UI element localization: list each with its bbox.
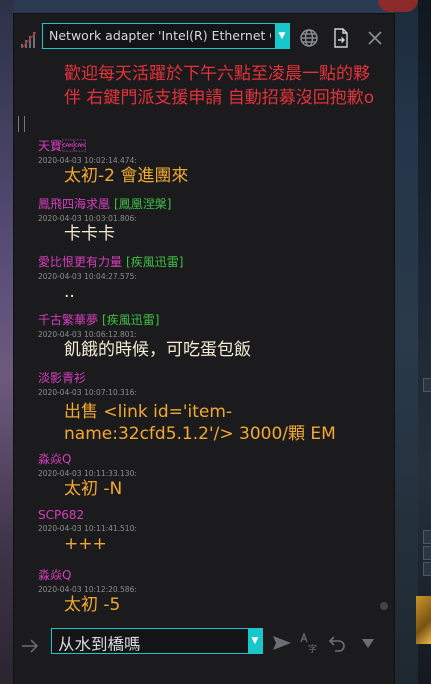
message-text: 飢餓的時候，可吃蛋包飯	[64, 340, 251, 360]
background-game-ornament	[378, 0, 418, 12]
message-timestamp: 2020-04-03 10:03:01.806:	[38, 214, 137, 223]
input-bar: 从水到橋嗎 ▼ 字	[14, 624, 394, 680]
message-text: 太初 -N	[64, 479, 123, 499]
chat-message: 天寶 2020-04-03 10:02:14.474: 太初-2 會進團來	[38, 137, 378, 187]
background-game-left	[0, 0, 14, 684]
chat-message: 淡影青衫 2020-04-03 10:07:10.316: 出售 <link i…	[38, 369, 378, 445]
message-author[interactable]: 愛比恨更有力量 [疾風迅雷]	[38, 253, 378, 270]
title-bar: Network adapter 'Intel(R) Ethernet Co ▼	[14, 14, 394, 62]
message-author[interactable]: 淼焱Q	[38, 450, 378, 467]
background-game-button	[423, 546, 431, 560]
undo-icon[interactable]	[326, 632, 348, 654]
chat-message: SCP682 2020-04-03 10:11:41.510: +++	[38, 508, 378, 555]
background-game-gold-ornament	[416, 596, 431, 644]
export-file-icon[interactable]	[330, 27, 352, 49]
message-input[interactable]: 从水到橋嗎 ▼	[51, 628, 263, 654]
message-timestamp: 2020-04-03 10:07:10.316:	[38, 388, 137, 397]
background-game-button	[423, 378, 431, 392]
message-author[interactable]: 淼焱Q	[38, 566, 378, 583]
chevron-down-icon[interactable]	[357, 632, 379, 654]
send-icon[interactable]	[271, 632, 293, 654]
message-timestamp: 2020-04-03 10:04:27.575:	[38, 272, 137, 281]
chat-message: 淼焱Q 2020-04-03 10:11:33.130: 太初 -N	[38, 450, 378, 500]
message-text: 太初-2 會進團來	[64, 166, 189, 186]
message-timestamp: 2020-04-03 10:12:20.586:	[38, 585, 137, 594]
network-adapter-value: Network adapter 'Intel(R) Ethernet Co	[49, 28, 271, 43]
scroll-indicator[interactable]	[380, 602, 388, 610]
message-input-value: 从水到橋嗎	[58, 635, 141, 651]
network-adapter-select[interactable]: Network adapter 'Intel(R) Ethernet Co ▼	[42, 23, 290, 49]
signal-icon	[20, 28, 40, 50]
resize-handle[interactable]	[18, 116, 25, 132]
message-author[interactable]: 千古繁華夢 [疾風迅雷]	[38, 311, 378, 328]
chat-message: 淼焱Q 2020-04-03 10:12:20.586: 太初 -5	[38, 566, 378, 616]
close-icon[interactable]	[364, 27, 386, 49]
message-timestamp: 2020-04-03 10:11:41.510:	[38, 524, 137, 533]
background-game-button	[423, 530, 431, 544]
message-text: 卡卡卡	[64, 224, 115, 244]
background-game-panel	[418, 0, 431, 684]
globe-icon[interactable]	[298, 27, 320, 49]
arrow-right-icon[interactable]	[20, 636, 40, 656]
chat-message: 鳳飛四海求凰 [鳳凰涅槃] 2020-04-03 10:03:01.806: 卡卡…	[38, 195, 378, 245]
chat-message: 愛比恨更有力量 [疾風迅雷] 2020-04-03 10:04:27.575: .…	[38, 253, 378, 303]
background-game-button	[423, 562, 431, 576]
message-author[interactable]: 淡影青衫	[38, 369, 378, 386]
message-text: 出售 <link id='item-name:32cfd5.1.2'/> 300…	[64, 402, 336, 444]
message-text: ..	[64, 282, 75, 302]
message-text: 太初 -5	[64, 595, 121, 615]
chevron-down-icon[interactable]: ▼	[248, 629, 262, 653]
message-timestamp: 2020-04-03 10:06:12.801:	[38, 330, 137, 339]
message-text: +++	[64, 534, 107, 554]
message-timestamp: 2020-04-03 10:02:14.474:	[38, 156, 137, 165]
chat-monitor-window: Network adapter 'Intel(R) Ethernet Co ▼	[14, 14, 394, 684]
chat-message: 千古繁華夢 [疾風迅雷] 2020-04-03 10:06:12.801: 飢餓的…	[38, 311, 378, 361]
message-timestamp: 2020-04-03 10:11:33.130:	[38, 469, 137, 478]
message-author[interactable]: 天寶	[38, 137, 378, 154]
chat-log[interactable]: 歡迎每天活躍於下午六點至凌晨一點的夥伴 右鍵門派支援申請 自動招募沒回抱歉o 天…	[14, 62, 394, 618]
chevron-down-icon[interactable]: ▼	[275, 24, 289, 48]
translate-icon[interactable]: 字	[298, 632, 320, 655]
message-author[interactable]: 鳳飛四海求凰 [鳳凰涅槃]	[38, 195, 378, 212]
message-author[interactable]: SCP682	[38, 508, 378, 522]
svg-text:字: 字	[308, 643, 317, 654]
intro-message: 歡迎每天活躍於下午六點至凌晨一點的夥伴 右鍵門派支援申請 自動招募沒回抱歉o	[64, 64, 375, 108]
